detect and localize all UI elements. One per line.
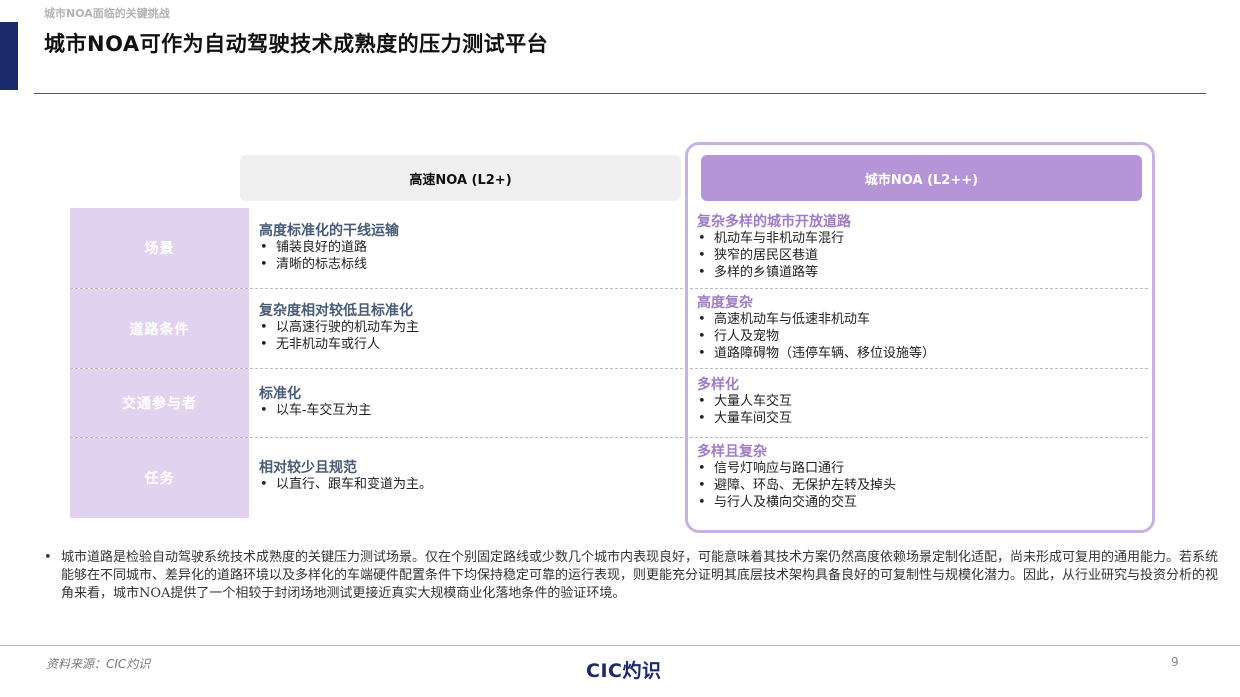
- cell-title: 高度复杂: [697, 295, 753, 311]
- list-item: 多样的乡镇道路等: [697, 264, 851, 281]
- list-item: 与行人及横向交通的交互: [697, 494, 896, 511]
- list-item: 高速机动车与低速非机动车: [697, 311, 935, 328]
- column-header-city: 城市NOA (L2++): [701, 155, 1142, 201]
- cell-title: 高度标准化的干线运输: [259, 223, 399, 239]
- row-divider: [70, 288, 1148, 289]
- list-item: 机动车与非机动车混行: [697, 230, 851, 247]
- page-number: 9: [1171, 655, 1179, 669]
- cell-highway-tasks: 相对较少且规范 以直行、跟车和变道为主。: [259, 460, 432, 493]
- bullet-list: 机动车与非机动车混行 狭窄的居民区巷道 多样的乡镇道路等: [697, 230, 851, 281]
- cell-title: 复杂多样的城市开放道路: [697, 214, 851, 230]
- list-item: 以直行、跟车和变道为主。: [259, 476, 432, 493]
- list-item: 狭窄的居民区巷道: [697, 247, 851, 264]
- row-label-scenario: 场景: [70, 208, 249, 288]
- list-item: 避障、环岛、无保护左转及掉头: [697, 477, 896, 494]
- cell-city-participants: 多样化 大量人车交互 大量车间交互: [697, 377, 792, 427]
- list-item: 大量车间交互: [697, 410, 792, 427]
- cell-title: 相对较少且规范: [259, 460, 357, 476]
- accent-bar: [0, 22, 18, 90]
- bullet-list: 大量人车交互 大量车间交互: [697, 393, 792, 427]
- row-label-participants: 交通参与者: [70, 369, 249, 437]
- column-header-highway: 高速NOA (L2+): [240, 155, 681, 201]
- bullet-list: 以车-车交互为主: [259, 402, 371, 419]
- cell-title: 复杂度相对较低且标准化: [259, 303, 413, 319]
- page-title: 城市NOA可作为自动驾驶技术成熟度的压力测试平台: [44, 32, 549, 56]
- cell-city-scenario: 复杂多样的城市开放道路 机动车与非机动车混行 狭窄的居民区巷道 多样的乡镇道路等: [697, 214, 851, 281]
- cell-highway-scenario: 高度标准化的干线运输 铺装良好的道路 清晰的标志标线: [259, 223, 399, 273]
- cell-city-tasks: 多样且复杂 信号灯响应与路口通行 避障、环岛、无保护左转及掉头 与行人及横向交通…: [697, 444, 896, 511]
- list-item: 无非机动车或行人: [259, 336, 419, 353]
- list-item: 以车-车交互为主: [259, 402, 371, 419]
- cell-city-road-conditions: 高度复杂 高速机动车与低速非机动车 行人及宠物 道路障碍物（违停车辆、移位设施等…: [697, 295, 935, 362]
- cell-highway-participants: 标准化 以车-车交互为主: [259, 386, 371, 419]
- cell-title: 多样且复杂: [697, 444, 767, 460]
- bullet-list: 高速机动车与低速非机动车 行人及宠物 道路障碍物（违停车辆、移位设施等）: [697, 311, 935, 362]
- row-divider: [70, 437, 1148, 438]
- row-label-tasks: 任务: [70, 438, 249, 518]
- bullet-list: 信号灯响应与路口通行 避障、环岛、无保护左转及掉头 与行人及横向交通的交互: [697, 460, 896, 511]
- list-item: 信号灯响应与路口通行: [697, 460, 896, 477]
- row-divider: [70, 368, 1148, 369]
- bullet-list: 以高速行驶的机动车为主 无非机动车或行人: [259, 319, 419, 353]
- list-item: 行人及宠物: [697, 328, 935, 345]
- cell-highway-road-conditions: 复杂度相对较低且标准化 以高速行驶的机动车为主 无非机动车或行人: [259, 303, 419, 353]
- list-item: 大量人车交互: [697, 393, 792, 410]
- list-item: 铺装良好的道路: [259, 239, 399, 256]
- footer-divider: [0, 645, 1240, 646]
- source-note: 资料来源：CIC灼识: [46, 657, 151, 671]
- list-item: 道路障碍物（违停车辆、移位设施等）: [697, 345, 935, 362]
- cell-title: 多样化: [697, 377, 739, 393]
- list-item: 清晰的标志标线: [259, 256, 399, 273]
- breadcrumb: 城市NOA面临的关键挑战: [44, 7, 170, 20]
- summary-note: 城市道路是检验自动驾驶系统技术成熟度的关键压力测试场景。仅在个别固定路线或少数几…: [44, 549, 1224, 603]
- cic-logo: CIC灼识: [586, 660, 662, 682]
- cell-title: 标准化: [259, 386, 301, 402]
- bullet-list: 铺装良好的道路 清晰的标志标线: [259, 239, 399, 273]
- row-label-road-conditions: 道路条件: [70, 289, 249, 368]
- bullet-list: 以直行、跟车和变道为主。: [259, 476, 432, 493]
- title-divider: [34, 93, 1206, 94]
- list-item: 以高速行驶的机动车为主: [259, 319, 419, 336]
